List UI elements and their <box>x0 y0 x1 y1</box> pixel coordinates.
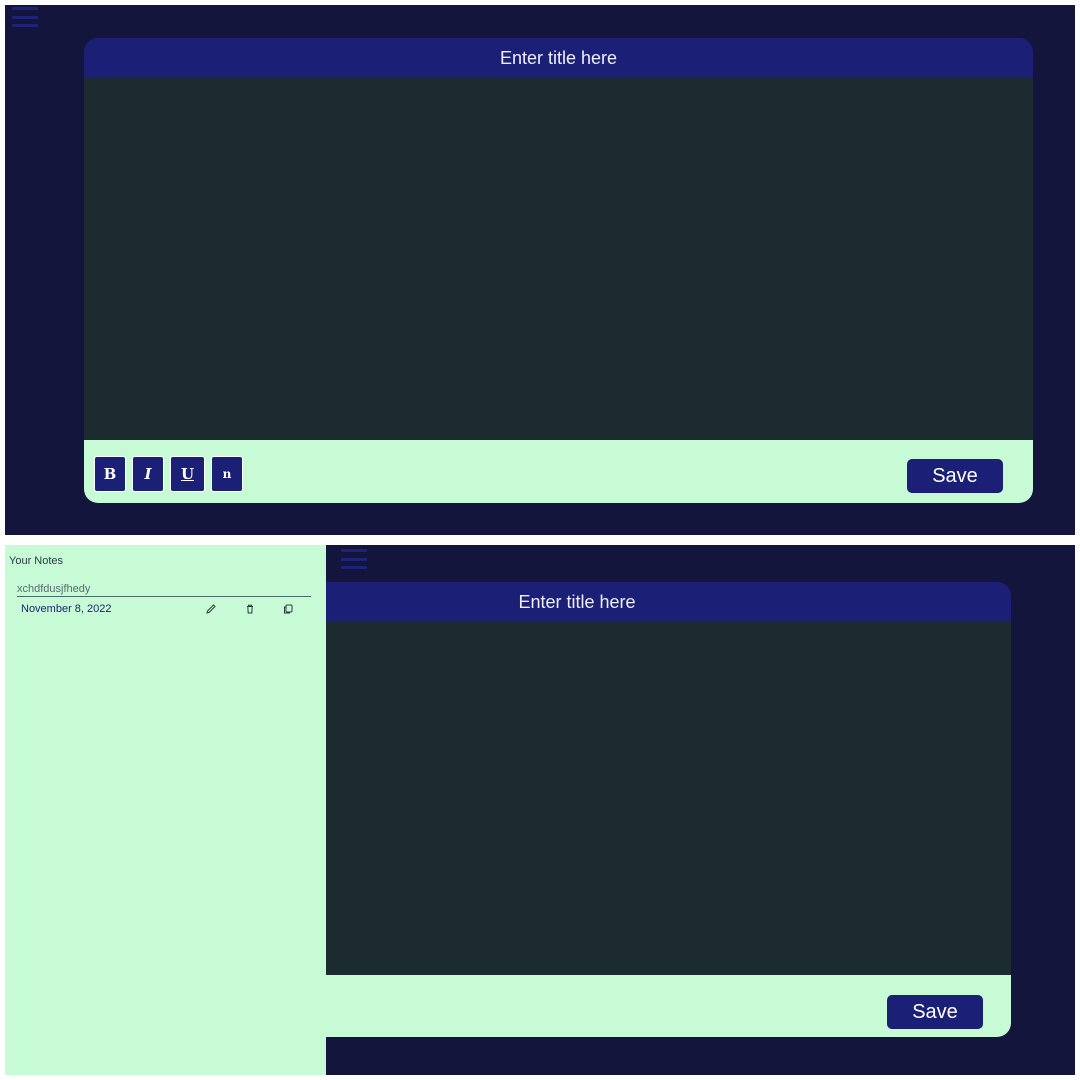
note-body-area[interactable] <box>84 78 1033 439</box>
sidebar-heading: Your Notes <box>9 555 64 567</box>
underline-button[interactable]: U <box>170 456 205 492</box>
note-title[interactable]: xchdfdusjfhedy <box>17 583 311 597</box>
note-date: November 8, 2022 <box>21 603 112 615</box>
hamburger-menu-icon[interactable] <box>12 7 38 27</box>
save-button[interactable]: Save <box>907 459 1003 493</box>
bold-button[interactable]: B <box>94 456 126 492</box>
notes-sidebar: Your Notes xchdfdusjfhedy November 8, 20… <box>5 545 326 1075</box>
copy-icon[interactable] <box>282 603 294 615</box>
pencil-icon[interactable] <box>205 603 217 615</box>
trash-icon[interactable] <box>244 603 256 615</box>
normal-text-button[interactable]: n <box>211 456 243 492</box>
editor-toolbar: B I U n Save <box>84 440 1033 503</box>
italic-button[interactable]: I <box>132 456 164 492</box>
format-buttons: B I U n <box>94 456 243 492</box>
title-bar <box>84 38 1033 79</box>
note-editor: B I U n Save <box>84 38 1033 503</box>
hamburger-menu-icon[interactable] <box>341 549 367 569</box>
title-input[interactable] <box>84 46 1033 70</box>
editor-screen-closed-sidebar: B I U n Save <box>5 5 1075 535</box>
editor-screen-open-sidebar: Save Your Notes xchdfdusjfhedy November … <box>5 545 1075 1075</box>
title-input[interactable] <box>325 590 829 614</box>
note-meta: November 8, 2022 <box>17 597 311 621</box>
save-button[interactable]: Save <box>887 995 983 1029</box>
note-list-item[interactable]: xchdfdusjfhedy November 8, 2022 <box>17 583 311 621</box>
